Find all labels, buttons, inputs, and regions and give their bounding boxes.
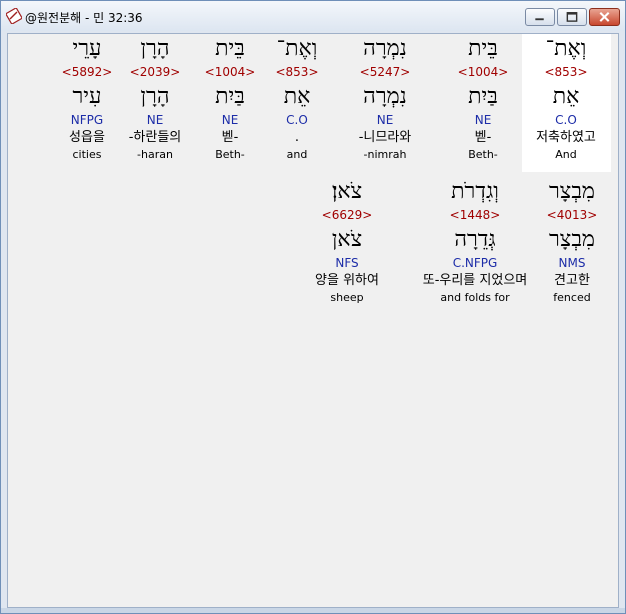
hebrew-word: וְגִדְרֹת bbox=[451, 179, 499, 204]
app-icon[interactable] bbox=[6, 8, 22, 24]
english-gloss: sheep bbox=[330, 291, 364, 304]
strong-number[interactable]: <5892> bbox=[32, 64, 142, 80]
parsing-code: NFPG bbox=[70, 113, 104, 127]
hebrew-lemma: בַּיִת bbox=[468, 84, 498, 109]
korean-gloss: 양을 위하여 bbox=[315, 273, 379, 288]
parsing-code: NFS bbox=[335, 256, 359, 270]
word-column[interactable]: וְגִדְרֹת <1448> גְּדֵרָה C.NFPG 또-우리를 지… bbox=[410, 177, 540, 306]
maximize-icon bbox=[566, 12, 578, 22]
hebrew-lemma: צֹאן bbox=[331, 227, 363, 252]
word-column[interactable]: צֹאן׃ <6629> צֹאן NFS 양을 위하여 sheep bbox=[292, 177, 402, 306]
hebrew-word: צֹאן׃ bbox=[331, 179, 363, 204]
minimize-button[interactable] bbox=[525, 8, 555, 26]
hebrew-lemma: גְּדֵרָה bbox=[454, 227, 496, 252]
korean-gloss: 성읍을 bbox=[69, 130, 105, 145]
strong-number[interactable]: <1448> bbox=[410, 207, 540, 223]
english-gloss: Beth- bbox=[468, 148, 498, 161]
english-gloss: and folds for bbox=[440, 291, 510, 304]
close-button[interactable] bbox=[589, 8, 620, 26]
korean-gloss: 또-우리를 지었으며 bbox=[422, 273, 528, 288]
hebrew-word: בֵּית bbox=[468, 36, 498, 61]
minimize-icon bbox=[535, 18, 544, 21]
close-icon bbox=[599, 12, 610, 22]
parsing-code: NE bbox=[474, 113, 492, 127]
word-column[interactable]: בֵּית <1004> בַּיִת NE 벧- Beth- bbox=[428, 34, 538, 163]
strong-number[interactable]: <6629> bbox=[292, 207, 402, 223]
title-bar[interactable]: @원전분해 - 민 32:36 bbox=[1, 1, 625, 31]
english-gloss: cities bbox=[72, 148, 102, 161]
hebrew-word: עָרֵי bbox=[72, 36, 102, 61]
word-column[interactable]: עָרֵי <5892> עִיר NFPG 성읍을 cities bbox=[32, 34, 142, 163]
maximize-button[interactable] bbox=[557, 8, 587, 26]
window-title: @원전분해 - 민 32:36 bbox=[25, 11, 143, 25]
hebrew-lemma: עִיר bbox=[72, 84, 102, 109]
parsing-code: C.NFPG bbox=[452, 256, 498, 270]
window-frame-bottom bbox=[1, 608, 625, 613]
korean-gloss: 벧- bbox=[474, 130, 492, 145]
strong-number[interactable]: <1004> bbox=[428, 64, 538, 80]
analysis-panel[interactable]: וְאֶת־ <853> אֵת C.O 저축하였고 And בֵּית <10… bbox=[7, 33, 619, 608]
app-window: @원전분해 - 민 32:36 וְאֶת־ <853> אֵת C.O 저축하… bbox=[0, 0, 626, 614]
